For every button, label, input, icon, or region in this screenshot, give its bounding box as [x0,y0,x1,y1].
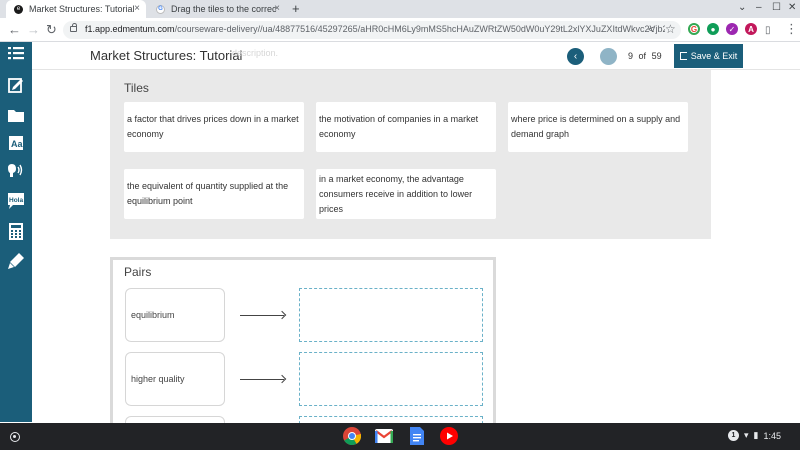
close-window-icon[interactable]: ✕ [788,2,796,13]
arrow-right-icon [240,379,284,380]
edmentum-favicon-icon: e [14,4,23,14]
extension-icon[interactable]: ● [707,23,719,35]
draggable-tile[interactable]: the equivalent of quantity supplied at t… [124,169,304,219]
notepad-icon[interactable] [7,76,25,94]
draggable-tile[interactable]: in a market economy, the advantage consu… [316,169,496,219]
share-icon[interactable]: < [648,22,654,38]
browser-tab-strip: e Market Structures: Tutorial × G Drag t… [0,0,800,18]
translate-hola-icon[interactable]: Hola [7,192,25,210]
save-exit-label: Save & Exit [690,51,738,61]
dictionary-icon[interactable]: Aa [7,134,25,152]
minimize-icon[interactable]: – [756,2,762,13]
browser-tab[interactable]: G Drag the tiles to the correct boxes × [148,0,286,18]
page-title: Market Structures: Tutorial [90,48,243,63]
battery-icon: ▮ [753,430,759,440]
profile-avatar[interactable]: A [745,23,757,35]
text-to-speech-icon[interactable] [7,162,25,180]
gmail-app-icon[interactable] [374,426,394,446]
wifi-icon: ▾ [744,430,749,440]
draggable-tile[interactable]: a factor that drives prices down in a ma… [124,102,304,152]
url-host: f1.app.edmentum.com [85,24,175,34]
bookmark-star-icon[interactable]: ☆ [665,21,676,37]
draggable-tile[interactable]: the motivation of companies in a market … [316,102,496,152]
chrome-app-icon[interactable] [342,426,362,446]
tab-title: Drag the tiles to the correct boxes [171,4,277,14]
google-extension-icon[interactable]: G [688,23,700,35]
new-tab-button[interactable]: + [292,1,300,16]
os-shelf: 1 ▾ ▮ 1:45 [0,423,800,450]
arrow-right-icon [240,315,284,316]
forward-icon[interactable]: → [27,22,40,38]
page-of: of [638,51,647,61]
menu-icon[interactable] [7,44,25,62]
menu-dots-icon[interactable]: ⋮ [785,21,798,37]
draggable-tile[interactable]: where price is determined on a supply an… [508,102,688,152]
pairs-panel: Pairs equilibrium higher quality [110,257,496,425]
tab-search-icon[interactable]: ⌄ [738,2,746,13]
chevron-left-icon: ‹ [573,51,578,62]
address-bar[interactable]: f1.app.edmentum.com/courseware-delivery/… [63,21,681,39]
page-total: 59 [651,51,662,61]
next-page-button[interactable] [600,48,617,65]
highlighter-icon[interactable] [7,252,25,270]
close-tab-icon[interactable]: × [274,3,280,14]
pairs-heading: Pairs [124,265,152,279]
status-area[interactable]: 1 ▾ ▮ 1:45 [728,430,781,441]
back-icon[interactable]: ← [8,22,21,38]
pair-term: equilibrium [125,288,225,342]
exit-icon [679,52,687,60]
tiles-panel: Tiles a factor that drives prices down i… [110,70,711,239]
lesson-header: Market Structures: Tutorial description.… [32,42,800,70]
drop-zone[interactable] [299,352,483,406]
page-current: 9 [628,51,634,61]
reload-icon[interactable]: ↻ [46,22,57,38]
calculator-icon[interactable] [7,222,25,240]
close-tab-icon[interactable]: × [134,3,140,14]
svg-text:Hola: Hola [9,197,23,204]
folder-icon[interactable] [7,106,25,124]
browser-tab-active[interactable]: e Market Structures: Tutorial × [6,0,146,18]
tab-strip-icon[interactable]: ▯ [765,23,771,39]
url-path: /courseware-delivery//ua/48877516/452972… [174,24,665,34]
browser-toolbar: ← → ↻ f1.app.edmentum.com/courseware-del… [0,18,800,42]
extension-icon[interactable]: ✓ [726,23,738,35]
url-text: f1.app.edmentum.com/courseware-delivery/… [85,24,665,34]
tiles-heading: Tiles [124,81,149,95]
notification-badge[interactable]: 1 [728,430,739,441]
previous-page-button[interactable]: ‹ [567,48,584,65]
pair-term: higher quality [125,352,225,406]
youtube-app-icon[interactable] [439,426,459,446]
tool-rail: Aa Hola [0,42,32,422]
ghost-text: description. [232,48,279,58]
svg-text:Aa: Aa [11,139,23,149]
drop-zone[interactable] [299,288,483,342]
google-favicon-icon: G [156,4,165,14]
launcher-icon[interactable] [10,432,20,442]
docs-app-icon[interactable] [407,426,427,446]
maximize-icon[interactable]: ☐ [772,2,781,13]
save-exit-button[interactable]: Save & Exit [674,44,743,68]
clock-time: 1:45 [763,430,782,441]
page-counter: 9 of 59 [628,51,662,61]
lock-icon [70,23,77,32]
tab-title: Market Structures: Tutorial [29,4,135,14]
